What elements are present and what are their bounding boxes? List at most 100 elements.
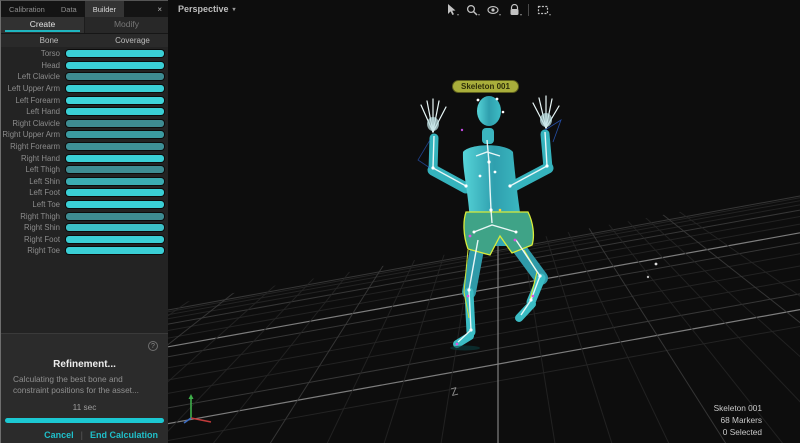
bone-row[interactable]: Left Thigh (1, 164, 165, 176)
coverage-bar (65, 212, 165, 221)
status-selected-count: 0 Selected (714, 426, 762, 438)
bone-label: Torso (1, 49, 65, 58)
bone-row[interactable]: Left Foot (1, 187, 165, 199)
view-selector-label: Perspective (178, 4, 229, 14)
bone-row[interactable]: Head (1, 60, 165, 72)
bone-label: Right Upper Arm (1, 130, 65, 139)
coverage-bar-fill (66, 178, 164, 185)
bone-row[interactable]: Left Upper Arm (1, 83, 165, 95)
skeleton-name-badge[interactable]: Skeleton 001 (452, 80, 519, 93)
subtab-modify[interactable]: Modify (84, 17, 168, 33)
refinement-progress-bar (5, 418, 164, 423)
column-bone: Bone (1, 36, 97, 45)
close-icon[interactable]: × (151, 1, 168, 17)
coverage-bar (65, 165, 165, 174)
bone-label: Left Thigh (1, 165, 65, 174)
status-marker-count: 68 Markers (714, 414, 762, 426)
bone-row[interactable]: Right Toe (1, 245, 165, 257)
3d-viewport[interactable]: Z (168, 0, 800, 443)
action-separator: | (81, 430, 83, 440)
bone-label: Right Forearm (1, 142, 65, 151)
builder-panel: Calibration Data Builder × Create Modify… (0, 0, 168, 443)
stray-marker (655, 263, 658, 266)
bone-row[interactable]: Left Toe (1, 199, 165, 211)
coverage-bar-fill (66, 143, 164, 150)
3d-scene[interactable]: Z (168, 0, 800, 443)
tab-calibration[interactable]: Calibration (1, 1, 53, 17)
column-coverage: Coverage (97, 36, 168, 45)
builder-subtabs: Create Modify (1, 17, 168, 34)
bone-row[interactable]: Left Forearm (1, 94, 165, 106)
coverage-bar (65, 177, 165, 186)
end-calculation-button[interactable]: End Calculation (90, 430, 158, 440)
bone-row[interactable]: Right Foot (1, 234, 165, 246)
refinement-progress-fill (5, 418, 164, 423)
pan-tool-icon[interactable]: ▾ (486, 3, 500, 17)
bone-coverage-list: TorsoHeadLeft ClavicleLeft Upper ArmLeft… (1, 47, 168, 257)
bone-row[interactable]: Left Clavicle (1, 71, 165, 83)
coverage-bar-fill (66, 62, 164, 69)
coverage-bar (65, 235, 165, 244)
tab-builder[interactable]: Builder (85, 1, 124, 17)
bone-row[interactable]: Torso (1, 48, 165, 60)
bone-row[interactable]: Left Shin (1, 176, 165, 188)
coverage-bar-fill (66, 50, 164, 57)
coverage-bar-fill (66, 73, 164, 80)
z-axis-label: Z (450, 386, 460, 399)
coverage-bar-fill (66, 189, 164, 196)
coverage-bar (65, 246, 165, 255)
bone-row[interactable]: Right Shin (1, 222, 165, 234)
toolbar-separator (528, 4, 529, 16)
coverage-bar-fill (66, 236, 164, 243)
bone-label: Left Hand (1, 107, 65, 116)
bone-label: Head (1, 61, 65, 70)
tab-data[interactable]: Data (53, 1, 85, 17)
bone-row[interactable]: Right Upper Arm (1, 129, 165, 141)
coverage-bar (65, 130, 165, 139)
coverage-bar (65, 142, 165, 151)
coverage-bar (65, 49, 165, 58)
coverage-bar-fill (66, 108, 164, 115)
bone-row[interactable]: Right Clavicle (1, 118, 165, 130)
subtab-create[interactable]: Create (1, 17, 84, 33)
bone-label: Right Clavicle (1, 119, 65, 128)
selection-status: Skeleton 001 68 Markers 0 Selected (714, 402, 762, 438)
panel-spacer (1, 257, 168, 333)
skeleton-figure[interactable] (418, 96, 561, 351)
status-asset-name: Skeleton 001 (714, 402, 762, 414)
bone-row[interactable]: Right Forearm (1, 141, 165, 153)
bone-label: Left Foot (1, 188, 65, 197)
select-tool-icon[interactable]: ▾ (444, 3, 458, 17)
bone-label: Right Toe (1, 246, 65, 255)
coverage-bar (65, 223, 165, 232)
coverage-bar-fill (66, 213, 164, 220)
axis-gizmo-icon (184, 394, 211, 423)
coverage-bar-fill (66, 131, 164, 138)
bone-row[interactable]: Left Hand (1, 106, 165, 118)
coverage-bar-fill (66, 166, 164, 173)
coverage-bar (65, 96, 165, 105)
view-selector-dropdown[interactable]: Perspective ▾ (178, 4, 236, 14)
coverage-bar-fill (66, 247, 164, 254)
coverage-bar (65, 200, 165, 209)
coverage-bar (65, 107, 165, 116)
bone-label: Left Forearm (1, 96, 65, 105)
bone-label: Right Shin (1, 223, 65, 232)
bone-row[interactable]: Right Hand (1, 152, 165, 164)
coverage-bar-fill (66, 120, 164, 127)
bone-label: Right Hand (1, 154, 65, 163)
bone-label: Right Foot (1, 235, 65, 244)
bone-row[interactable]: Right Thigh (1, 210, 165, 222)
help-icon[interactable]: ? (148, 341, 158, 351)
marquee-select-tool-icon[interactable]: ▾ (536, 3, 550, 17)
panel-tab-bar: Calibration Data Builder × (1, 1, 168, 17)
coverage-bar (65, 188, 165, 197)
cancel-button[interactable]: Cancel (44, 430, 74, 440)
zoom-tool-icon[interactable]: ▾ (465, 3, 479, 17)
chevron-down-icon: ▾ (233, 6, 236, 13)
bone-label: Right Thigh (1, 212, 65, 221)
coverage-bar-fill (66, 85, 164, 92)
coverage-bar-fill (66, 155, 164, 162)
viewport-toolbar: ▾ ▾ ▾ ▾ ▾ (444, 2, 550, 17)
orbit-tool-icon[interactable]: ▾ (507, 3, 521, 17)
